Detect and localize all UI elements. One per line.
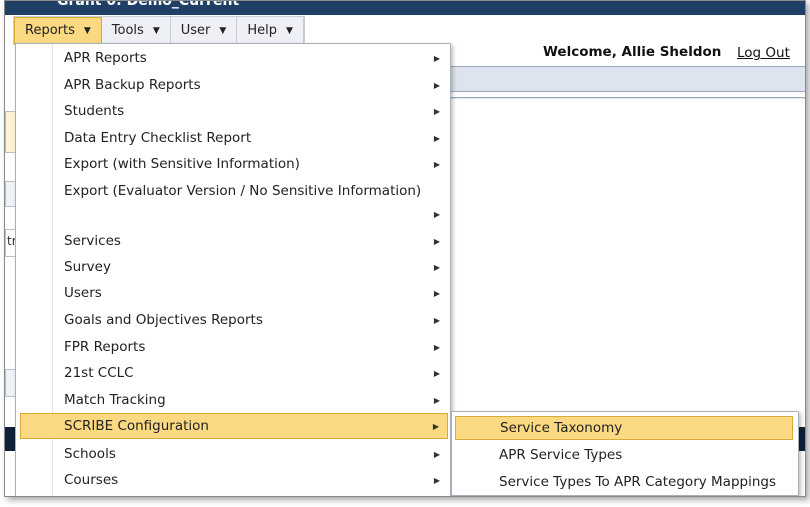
menu-item-label: Match Tracking: [64, 392, 166, 408]
menu-item-match-tracking[interactable]: Match Tracking ▶: [18, 387, 448, 413]
menu-item-label: APR Reports: [64, 50, 147, 66]
menu-item-fpr-reports[interactable]: FPR Reports ▶: [18, 334, 448, 360]
page-title-strip: Grant 0: Demo_Current: [5, 1, 805, 15]
menu-help-label: Help: [247, 23, 277, 38]
menu-item-label: Courses: [64, 472, 119, 488]
menu-item-students[interactable]: Students ▶: [18, 98, 448, 124]
submenu-item-service-taxonomy[interactable]: Service Taxonomy: [455, 416, 793, 440]
chevron-down-icon: ▼: [219, 25, 227, 36]
chevron-right-icon: ▶: [433, 449, 440, 459]
chevron-right-icon: ▶: [433, 133, 440, 143]
menu-item-label: Survey: [64, 259, 111, 275]
menu-item-scribe-configuration[interactable]: SCRIBE Configuration ▶: [20, 413, 448, 439]
menu-item-label: Services: [64, 233, 121, 249]
menu-user-label: User: [180, 23, 211, 38]
menu-item-apr-reports[interactable]: APR Reports ▶: [18, 45, 448, 71]
menu-item-21st-cclc[interactable]: 21st CCLC ▶: [18, 360, 448, 386]
chevron-down-icon: ▼: [83, 25, 91, 36]
menu-item-label: Students: [64, 103, 125, 119]
app-window: Grant 0: Demo_Current Reports ▼ Tools ▼ …: [4, 0, 806, 497]
submenu-item-label: APR Service Types: [499, 447, 623, 463]
chevron-right-icon: ▶: [433, 106, 440, 116]
menu-item-label: Schools: [64, 446, 116, 462]
chevron-right-icon: ▶: [432, 421, 439, 431]
submenu-item-label: Service Taxonomy: [500, 420, 623, 436]
menu-item-export-sensitive[interactable]: Export (with Sensitive Information) ▶: [18, 151, 448, 177]
menu-item-label: FPR Reports: [64, 339, 146, 355]
welcome-message: Welcome, Allie Sheldon: [543, 44, 722, 60]
menu-item-label: Users: [64, 285, 102, 301]
chevron-right-icon: ▶: [433, 53, 440, 63]
menu-item-courses[interactable]: Courses ▶: [18, 467, 448, 493]
chevron-right-icon: ▶: [433, 315, 440, 325]
main-menubar: Reports ▼ Tools ▼ User ▼ Help ▼: [13, 16, 305, 45]
chevron-down-icon: ▼: [152, 25, 160, 36]
page-title: Grant 0: Demo_Current: [57, 1, 240, 9]
background-header-bar: [445, 66, 805, 92]
scribe-configuration-submenu: Service Taxonomy APR Service Types Servi…: [451, 411, 799, 496]
chevron-right-icon: ▶: [433, 342, 440, 352]
menu-item-users[interactable]: Users ▶: [18, 280, 448, 306]
menu-item-label: Data Entry Checklist Report: [64, 130, 252, 146]
background-divider: [445, 97, 805, 99]
submenu-item-service-type-mappings[interactable]: Service Types To APR Category Mappings: [455, 470, 793, 494]
menu-help[interactable]: Help ▼: [237, 17, 304, 44]
menu-item-label: APR Backup Reports: [64, 77, 201, 93]
submenu-item-label: Service Types To APR Category Mappings: [499, 474, 776, 490]
menu-tools[interactable]: Tools ▼: [102, 17, 171, 44]
menu-reports[interactable]: Reports ▼: [14, 17, 102, 44]
menu-item-data-entry-checklist[interactable]: Data Entry Checklist Report ▶: [18, 125, 448, 151]
chevron-right-icon: ▶: [433, 159, 440, 169]
chevron-right-icon: ▶: [433, 236, 440, 246]
chevron-right-icon: ▶: [433, 288, 440, 298]
chevron-right-icon: ▶: [433, 262, 440, 272]
chevron-right-icon: ▶: [433, 395, 440, 405]
submenu-item-apr-service-types[interactable]: APR Service Types: [455, 443, 793, 467]
menu-item-label: SCRIBE Configuration: [64, 418, 209, 434]
menu-item-schools[interactable]: Schools ▶: [18, 441, 448, 467]
chevron-right-icon: ▶: [433, 209, 440, 219]
menu-item-goals-objectives[interactable]: Goals and Objectives Reports ▶: [18, 307, 448, 333]
reports-dropdown-menu: APR Reports ▶ APR Backup Reports ▶ Stude…: [15, 43, 451, 496]
chevron-down-icon: ▼: [285, 25, 293, 36]
menu-item-apr-backup-reports[interactable]: APR Backup Reports ▶: [18, 72, 448, 98]
menu-item-label: Goals and Objectives Reports: [64, 312, 263, 328]
menu-item-services[interactable]: Services ▶: [18, 228, 448, 254]
logout-link[interactable]: Log Out: [737, 45, 790, 61]
chevron-right-icon: ▶: [433, 368, 440, 378]
menu-item-survey[interactable]: Survey ▶: [18, 254, 448, 280]
chevron-right-icon: ▶: [433, 475, 440, 485]
menu-item-label: Export (Evaluator Version / No Sensitive…: [64, 183, 422, 199]
menu-item-label: Export (with Sensitive Information): [64, 156, 300, 172]
menu-item-blank[interactable]: ▶: [18, 201, 448, 227]
menu-tools-label: Tools: [111, 23, 144, 38]
menu-user[interactable]: User ▼: [171, 17, 238, 44]
menu-reports-label: Reports: [25, 23, 75, 38]
chevron-right-icon: ▶: [433, 80, 440, 90]
menu-item-label: 21st CCLC: [64, 365, 134, 381]
